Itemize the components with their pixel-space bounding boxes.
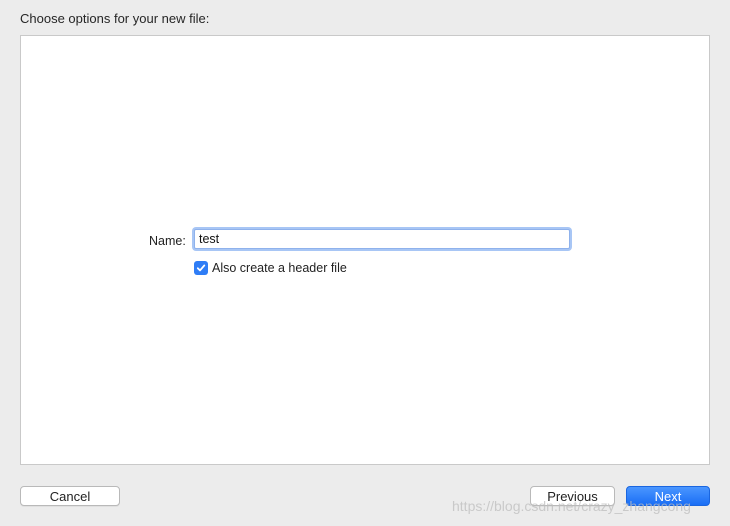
next-button[interactable]: Next [626, 486, 710, 506]
name-input[interactable] [194, 229, 570, 249]
dialog-heading: Choose options for your new file: [20, 11, 210, 26]
previous-button[interactable]: Previous [530, 486, 615, 506]
checkmark-icon [196, 264, 206, 272]
header-file-option[interactable]: Also create a header file [194, 261, 347, 275]
cancel-button[interactable]: Cancel [20, 486, 120, 506]
options-panel [20, 35, 710, 465]
header-file-label: Also create a header file [212, 261, 347, 275]
name-label: Name: [149, 234, 186, 248]
header-file-checkbox[interactable] [194, 261, 208, 275]
